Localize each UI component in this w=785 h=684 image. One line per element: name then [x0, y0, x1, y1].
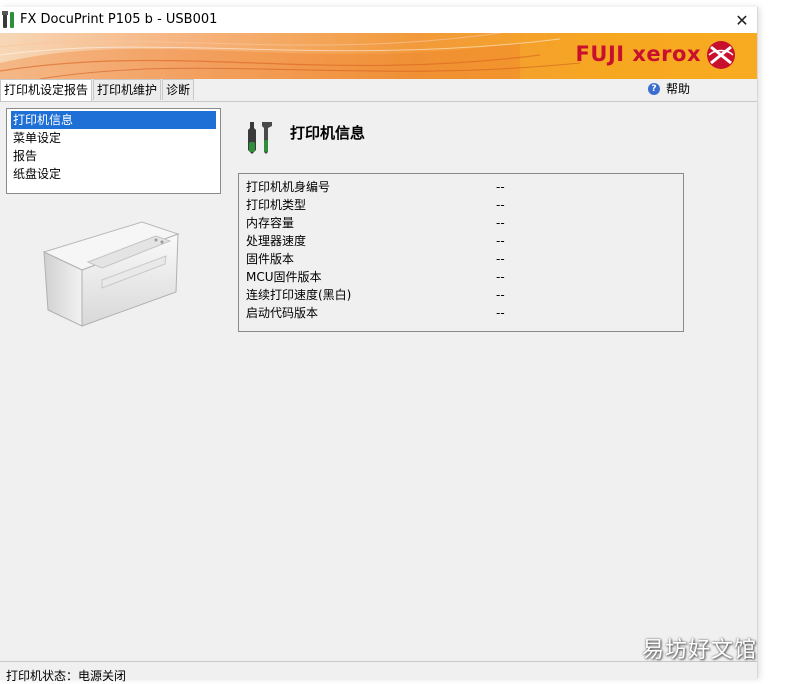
info-label: 打印机类型: [246, 198, 307, 212]
xerox-sphere-icon: [707, 41, 735, 69]
info-label: MCU固件版本: [246, 270, 322, 284]
info-value: --: [496, 306, 505, 320]
info-value: --: [496, 252, 505, 266]
brand-banner: FUJI xerox: [0, 33, 757, 79]
info-label: 处理器速度: [246, 234, 307, 248]
help-link[interactable]: ? 帮助: [648, 80, 690, 97]
info-label: 连续打印速度(黑白): [246, 288, 352, 302]
printer-info-panel: 打印机机身编号 -- 打印机类型 -- 内存容量 -- 处理器速度 -- 固件版…: [238, 173, 684, 332]
info-row: 固件版本 --: [246, 250, 676, 268]
info-label: 内存容量: [246, 216, 295, 230]
info-label: 打印机机身编号: [246, 180, 331, 194]
tab-printer-settings-report[interactable]: 打印机设定报告: [0, 79, 93, 101]
info-row: 内存容量 --: [246, 214, 676, 232]
tab-bar: 打印机设定报告 打印机维护 诊断: [0, 79, 195, 101]
menu-item-printer-info[interactable]: 打印机信息: [11, 111, 216, 129]
printer-status-text: 打印机状态：电源关闭: [6, 669, 127, 683]
info-row: MCU固件版本 --: [246, 268, 676, 286]
watermark: 易坊好文馆: [641, 638, 757, 663]
settings-menu-list[interactable]: 打印机信息 菜单设定 报告 纸盘设定: [6, 108, 221, 194]
tools-icon: [248, 122, 272, 154]
page-title: 打印机信息: [290, 124, 366, 142]
info-row: 处理器速度 --: [246, 232, 676, 250]
help-icon: ?: [648, 82, 660, 95]
info-value: --: [496, 216, 505, 230]
help-label: 帮助: [666, 82, 691, 96]
info-value: --: [496, 198, 505, 212]
brand-logo-text: FUJI xerox: [575, 42, 701, 66]
info-value: --: [496, 270, 505, 284]
info-row: 打印机机身编号 --: [246, 178, 676, 196]
window-title: FX DocuPrint P105 b - USB001: [20, 12, 218, 27]
menu-item-tray-settings[interactable]: 纸盘设定: [11, 165, 216, 183]
info-row: 打印机类型 --: [246, 196, 676, 214]
info-label: 启动代码版本: [246, 306, 319, 320]
title-bar: FX DocuPrint P105 b - USB001 ✕: [0, 7, 757, 33]
printer-image: [42, 221, 180, 327]
info-label: 固件版本: [246, 252, 295, 266]
info-row: 启动代码版本 --: [246, 304, 676, 322]
info-value: --: [496, 180, 505, 194]
close-button[interactable]: ✕: [727, 7, 757, 33]
menu-item-menu-settings[interactable]: 菜单设定: [11, 129, 216, 147]
main-content: 打印机信息 菜单设定 报告 纸盘设定 打印机信息 打印机机身编号 -- 打印机类…: [0, 101, 757, 662]
app-window: FX DocuPrint P105 b - USB001 ✕ FUJI xero…: [0, 7, 758, 683]
info-row: 连续打印速度(黑白) --: [246, 286, 676, 304]
tab-diagnostics[interactable]: 诊断: [162, 79, 195, 100]
printer-tools-icon: [2, 11, 14, 28]
menu-item-report[interactable]: 报告: [11, 147, 216, 165]
info-value: --: [496, 288, 505, 302]
info-value: --: [496, 234, 505, 248]
tab-printer-maintenance[interactable]: 打印机维护: [93, 79, 162, 100]
